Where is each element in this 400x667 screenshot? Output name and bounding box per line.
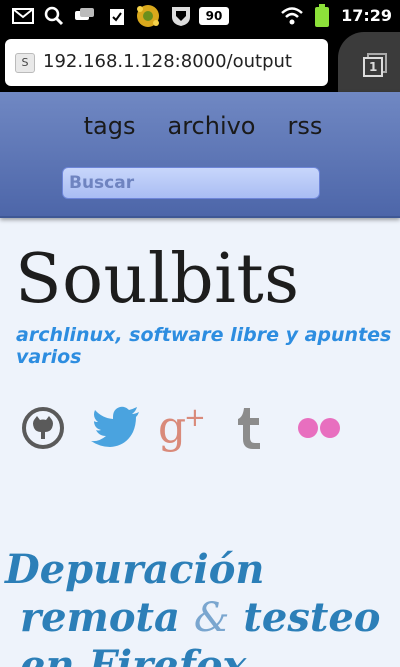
shield-icon: [170, 6, 192, 26]
flickr-link[interactable]: [294, 404, 344, 452]
site-tagline: archlinux, software libre y apuntes vari…: [16, 324, 392, 368]
nav-item-archivo[interactable]: archivo: [167, 112, 255, 140]
status-bar: 90 17:29: [0, 0, 400, 32]
search-icon: [44, 6, 64, 26]
github-icon: [22, 407, 64, 449]
site-title[interactable]: Soulbits: [15, 240, 300, 319]
browser-toolbar: S 192.168.1.128:8000/output 1: [0, 32, 400, 92]
main-content: Soulbits archlinux, software libre y apu…: [0, 220, 400, 667]
twitter-icon: [91, 406, 139, 447]
clock: 17:29: [341, 6, 392, 25]
svg-text:g: g: [158, 404, 186, 452]
flower-app-icon: [134, 5, 162, 27]
search-input[interactable]: Buscar: [62, 167, 320, 199]
post-title-text-b: testeo: [229, 594, 381, 641]
wifi-icon: [280, 6, 304, 26]
battery-icon: [314, 4, 330, 27]
clipboard-check-icon: [108, 6, 126, 26]
site-favicon: S: [15, 53, 35, 73]
site-header: tags archivo rss Buscar: [0, 92, 400, 218]
nav-item-rss[interactable]: rss: [288, 112, 323, 140]
post-title-line-1: Depuración: [5, 546, 265, 593]
search-placeholder: Buscar: [69, 173, 135, 193]
url-text[interactable]: 192.168.1.128:8000/output: [43, 51, 292, 72]
post-title[interactable]: Depuración remota & testeo en Firefox: [5, 546, 400, 667]
battery-level-badge: 90: [199, 7, 229, 25]
post-title-text-a: remota: [20, 594, 194, 641]
tab-count: 1: [369, 60, 378, 74]
chat-icon: [74, 6, 96, 26]
google-plus-link[interactable]: g +: [158, 404, 210, 452]
twitter-link[interactable]: [90, 404, 142, 452]
google-plus-icon: g +: [158, 404, 206, 452]
svg-text:+: +: [184, 404, 206, 433]
url-field[interactable]: S 192.168.1.128:8000/output: [5, 39, 328, 86]
post-title-ampersand: &: [193, 595, 230, 641]
main-nav: tags archivo rss: [0, 112, 400, 140]
github-link[interactable]: [20, 404, 66, 452]
nav-item-tags[interactable]: tags: [84, 112, 136, 140]
tabs-area: 1: [338, 32, 400, 92]
tabs-button[interactable]: 1: [362, 52, 387, 77]
tumblr-link[interactable]: [232, 404, 266, 452]
flickr-icon: [298, 418, 340, 438]
post-title-line-2: remota & testeo: [5, 594, 400, 642]
post-title-line-3: en Firefox: [20, 642, 247, 667]
gmail-icon: [12, 6, 34, 26]
tumblr-icon: [238, 408, 260, 449]
